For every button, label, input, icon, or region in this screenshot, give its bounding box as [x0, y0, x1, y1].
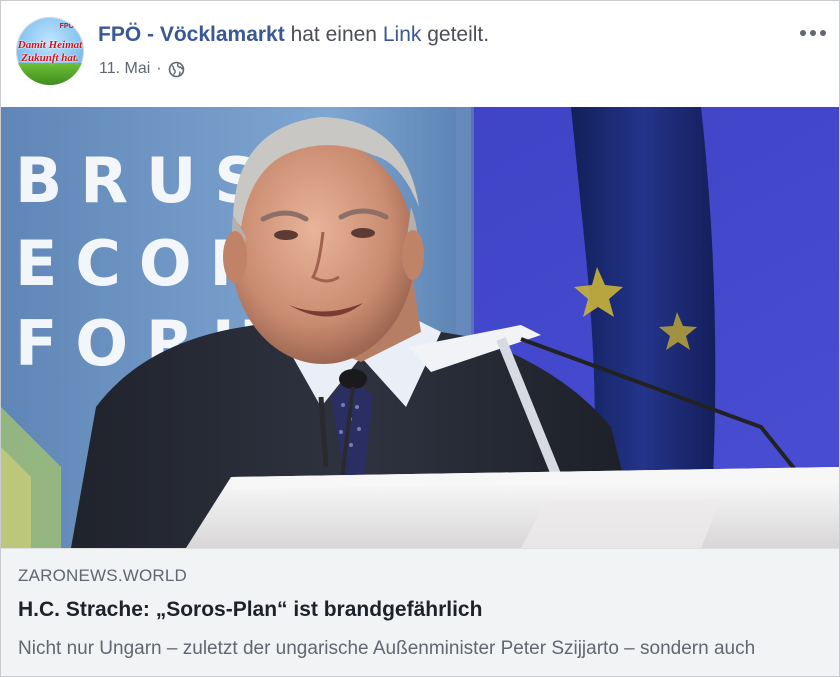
- avatar-slogan-line-2: Zukunft hat.: [21, 52, 79, 64]
- page-name-link[interactable]: FPÖ - Vöcklamarkt: [98, 23, 285, 46]
- post-date[interactable]: 11. Mai: [99, 60, 150, 78]
- globe-icon[interactable]: [168, 61, 185, 78]
- post-meta: 11. Mai ·: [99, 60, 185, 78]
- action-text: hat einen: [290, 23, 377, 46]
- meta-separator: ·: [156, 60, 162, 77]
- avatar-slogan-line-1: Damit Heimat: [17, 39, 83, 51]
- page-avatar[interactable]: FPÖ Damit Heimat Zukunft hat.: [16, 17, 84, 85]
- more-options-icon[interactable]: [797, 21, 829, 45]
- post-header: FPÖ Damit Heimat Zukunft hat. FPÖ - Vöck…: [1, 1, 839, 107]
- link-description: Nicht nur Ungarn – zuletzt der ungarisch…: [18, 638, 756, 659]
- facebook-post: FPÖ Damit Heimat Zukunft hat. FPÖ - Vöck…: [0, 0, 840, 677]
- post-title-line: FPÖ - Vöcklamarkt hat einen Link geteilt…: [98, 23, 489, 47]
- link-preview-image[interactable]: BRUSS ECONO FORU: [1, 107, 839, 548]
- link-domain: ZARONEWS.WORLD: [18, 566, 188, 585]
- avatar-badge: FPÖ: [59, 23, 74, 30]
- link-preview-caption[interactable]: ZARONEWS.WORLD H.C. Strache: „Soros-Plan…: [1, 548, 839, 676]
- action-text-end: geteilt.: [427, 23, 490, 46]
- link-headline[interactable]: H.C. Strache: „Soros-Plan“ ist brandgefä…: [18, 598, 482, 622]
- avatar-grass: [16, 63, 84, 85]
- shared-link-link[interactable]: Link: [383, 23, 422, 46]
